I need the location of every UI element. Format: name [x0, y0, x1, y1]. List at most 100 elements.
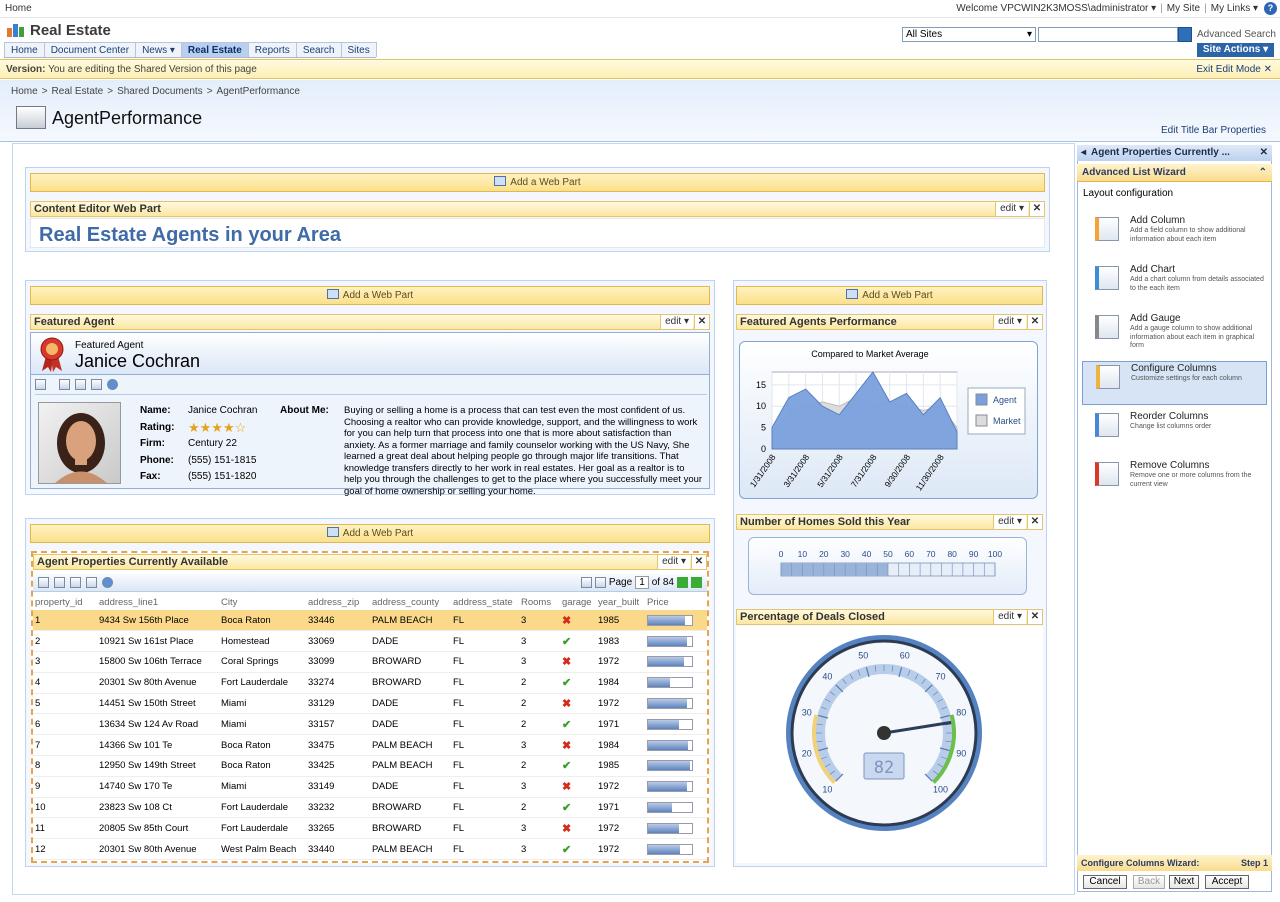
table-row[interactable]: 8 12950 Sw 149th Street Boca Raton 33425 PAL…	[33, 755, 707, 777]
wp-close-icon[interactable]: ✕	[694, 315, 709, 329]
wp-edit-menu[interactable]: edit ▾	[993, 610, 1026, 624]
refresh-icon[interactable]	[102, 577, 113, 588]
column-header[interactable]: address_county	[370, 594, 451, 610]
exit-edit-mode-link[interactable]: Exit Edit Mode ✕	[1196, 64, 1272, 75]
search-input[interactable]	[1038, 27, 1178, 42]
breadcrumb-link[interactable]: Shared Documents	[117, 86, 203, 97]
grid-view-icon[interactable]	[35, 379, 46, 390]
wp-edit-menu[interactable]: edit ▾	[993, 315, 1026, 329]
price-cell	[645, 797, 707, 819]
wp-edit-menu[interactable]: edit ▾	[995, 202, 1028, 216]
top-home-link[interactable]: Home	[5, 3, 32, 14]
table-row[interactable]: 12 20301 Sw 80th Avenue West Palm Beach 334…	[33, 838, 707, 861]
table-cell: 1972	[596, 817, 645, 840]
add-web-part-button[interactable]: Add a Web Part	[30, 524, 710, 543]
wp-close-icon[interactable]: ✕	[691, 555, 706, 569]
back-button[interactable]: Back	[1133, 875, 1165, 889]
chevron-up-icon[interactable]: ⌃	[1259, 164, 1267, 182]
wp-edit-menu[interactable]: edit ▾	[993, 515, 1026, 529]
wp-close-icon[interactable]: ✕	[1029, 202, 1044, 216]
next-button[interactable]: Next	[1169, 875, 1199, 889]
search-scope-select[interactable]: All Sites ▾	[902, 27, 1036, 42]
accept-button[interactable]: Accept	[1205, 875, 1249, 889]
column-header[interactable]: year_built	[596, 594, 645, 610]
my-links-menu[interactable]: My Links ▾	[1211, 3, 1258, 14]
close-icon[interactable]: ✕	[1260, 145, 1268, 161]
column-header[interactable]: address_state	[451, 594, 519, 610]
add-web-part-button[interactable]: Add a Web Part	[30, 173, 1045, 192]
export-icon[interactable]	[54, 577, 65, 588]
table-row[interactable]: 1 9434 Sw 156th Place Boca Raton 33446 PALM …	[33, 610, 707, 632]
breadcrumb-link[interactable]: Home	[11, 86, 38, 97]
collapse-left-icon[interactable]: ◂	[1081, 145, 1086, 161]
wizard-task-remove-columns[interactable]: Remove Columns Remove one or more columns…	[1082, 459, 1267, 503]
column-header[interactable]: address_zip	[306, 594, 370, 610]
first-page-icon[interactable]	[580, 577, 592, 588]
wp-close-icon[interactable]: ✕	[1027, 515, 1042, 529]
settings-icon[interactable]	[91, 379, 102, 390]
table-row[interactable]: 4 20301 Sw 80th Avenue Fort Lauderdale 3327…	[33, 672, 707, 694]
wp-edit-menu[interactable]: edit ▾	[660, 315, 693, 329]
breadcrumb-link[interactable]: Real Estate	[52, 86, 104, 97]
welcome-menu[interactable]: Welcome VPCWIN2K3MOSS\administrator ▾	[956, 3, 1156, 14]
column-header[interactable]: Rooms	[519, 594, 560, 610]
add-web-part-button[interactable]: Add a Web Part	[736, 286, 1043, 305]
wizard-task-configure-columns[interactable]: Configure Columns Customize settings for …	[1082, 361, 1267, 405]
wizard-task-add-column[interactable]: Add Column Add a field column to show add…	[1082, 214, 1267, 258]
table-cell: 3	[519, 838, 560, 861]
column-header[interactable]: address_line1	[97, 594, 219, 610]
advanced-search-link[interactable]: Advanced Search	[1197, 29, 1276, 40]
nav-tab-news[interactable]: News ▾	[135, 42, 182, 57]
featured-agent-toolbar	[35, 379, 707, 395]
agent-field-row: Phone: (555) 151-1815	[140, 455, 280, 472]
column-header[interactable]: Price	[645, 594, 707, 610]
wp-edit-menu[interactable]: edit ▾	[657, 555, 690, 569]
nav-tab-realestate[interactable]: Real Estate	[180, 42, 249, 57]
next-page-icon[interactable]	[677, 577, 688, 588]
my-site-link[interactable]: My Site	[1167, 3, 1200, 14]
page-number-input[interactable]: 1	[635, 576, 649, 589]
table-row[interactable]: 3 15800 Sw 106th Terrace Coral Springs 3309…	[33, 651, 707, 673]
wizard-task-add-gauge[interactable]: Add Gauge Add a gauge column to show addi…	[1082, 312, 1267, 356]
nav-tab-reports[interactable]: Reports	[247, 42, 297, 57]
copy-icon[interactable]	[59, 379, 70, 390]
wp-close-icon[interactable]: ✕	[1027, 315, 1042, 329]
help-icon[interactable]: ?	[1264, 2, 1277, 15]
agent-field-row: Fax: (555) 151-1820	[140, 471, 280, 488]
table-row[interactable]: 10 23823 Sw 108 Ct Fort Lauderdale 33232 BRO…	[33, 797, 707, 819]
print-icon[interactable]	[75, 379, 86, 390]
table-row[interactable]: 6 13634 Sw 124 Av Road Miami 33157 DADE FL 2 ✔ 1…	[33, 713, 707, 736]
price-cell	[645, 610, 707, 632]
breadcrumb-link[interactable]: AgentPerformance	[217, 86, 300, 97]
add-web-part-button[interactable]: Add a Web Part	[30, 286, 710, 305]
cancel-button[interactable]: Cancel	[1083, 875, 1127, 889]
column-header[interactable]: property_id	[33, 594, 97, 610]
task-description: Customize settings for each column	[1131, 375, 1242, 382]
nav-tab-sites[interactable]: Sites	[340, 42, 377, 57]
site-actions-menu[interactable]: Site Actions ▾	[1197, 43, 1274, 57]
wizard-task-reorder-columns[interactable]: Reorder Columns Change list columns order	[1082, 410, 1267, 454]
table-row[interactable]: 7 14366 Sw 101 Te Boca Raton 33475 PALM BEAC…	[33, 734, 707, 757]
nav-tab-search[interactable]: Search	[295, 42, 342, 57]
column-header[interactable]: City	[219, 594, 306, 610]
nav-tab-home[interactable]: Home	[4, 42, 45, 57]
nav-tab-documentcenter[interactable]: Document Center	[43, 42, 137, 57]
new-item-icon[interactable]	[38, 577, 49, 588]
column-header[interactable]: garage	[560, 594, 596, 610]
table-row[interactable]: 5 14451 Sw 150th Street Miami 33129 DADE FL 2 ✖…	[33, 693, 707, 715]
copy-icon[interactable]	[86, 577, 97, 588]
prev-page-icon[interactable]	[594, 577, 606, 588]
reorder-columns-icon	[1095, 413, 1119, 437]
table-cell: 15800 Sw 106th Terrace	[97, 651, 219, 673]
wizard-task-add-chart[interactable]: Add Chart Add a chart column from details…	[1082, 263, 1267, 307]
search-go-icon[interactable]	[1178, 27, 1192, 42]
table-row[interactable]: 11 20805 Sw 85th Court Fort Lauderdale 3326…	[33, 817, 707, 840]
edit-title-bar-properties-link[interactable]: Edit Title Bar Properties	[1161, 125, 1266, 136]
table-row[interactable]: 2 10921 Sw 161st Place Homestead 33069 DADE F…	[33, 630, 707, 653]
site-title[interactable]: Real Estate	[30, 22, 111, 39]
wp-close-icon[interactable]: ✕	[1027, 610, 1042, 624]
last-page-icon[interactable]	[691, 577, 702, 588]
refresh-icon[interactable]	[107, 379, 118, 390]
table-row[interactable]: 9 14740 Sw 170 Te Miami 33149 DADE FL 3 ✖ 1972	[33, 776, 707, 798]
settings-icon[interactable]	[70, 577, 81, 588]
